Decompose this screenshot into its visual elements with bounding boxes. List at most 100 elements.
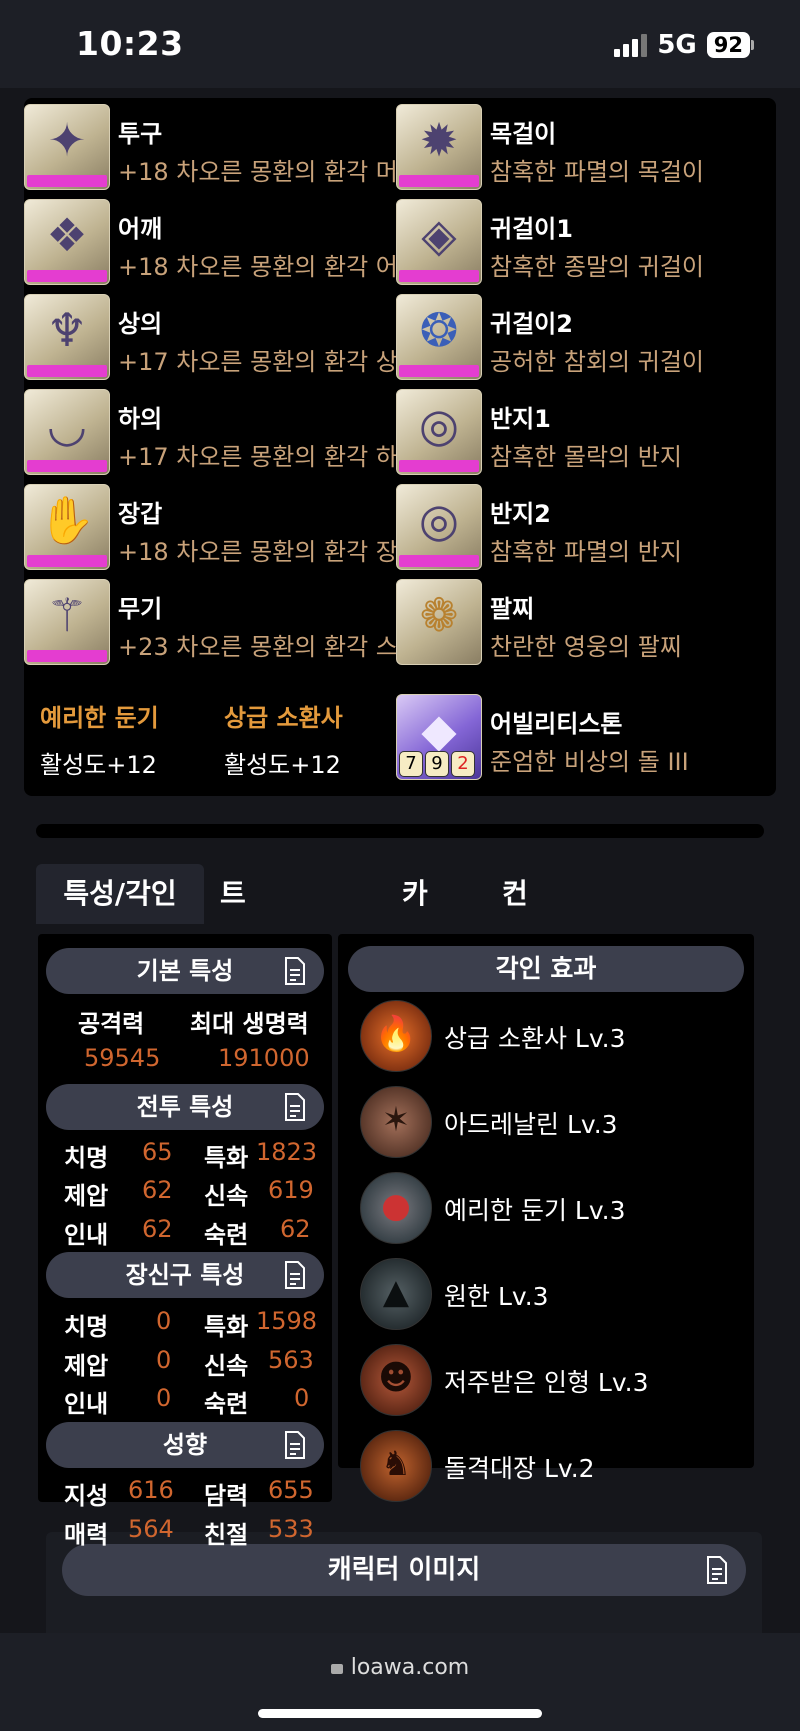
equipment-item-top[interactable]: ♆ 상의 +17 차오른 몽환의 환각 상의 xyxy=(24,294,396,382)
max-hp-label: 최대 생명력 xyxy=(190,1010,309,1038)
battery-icon: 92 xyxy=(706,32,754,58)
stat-value: 0 xyxy=(294,1384,310,1412)
attack-value: 59545 xyxy=(84,1044,161,1072)
stat-label: 제압 xyxy=(64,1182,109,1210)
clock: 10:23 xyxy=(76,24,184,63)
engraving-effects-panel: 각인 효과 🔥 상급 소환사 Lv.3 ✶ 아드레날린 Lv.3 ● 예리한 둔… xyxy=(338,934,754,1502)
grudge-wolf-icon: ▲ xyxy=(360,1258,432,1330)
network-type: 5G xyxy=(657,30,697,60)
document-icon[interactable] xyxy=(284,1093,306,1121)
equipment-item-earring-1[interactable]: ◈ 귀걸이1 참혹한 종말의 귀걸이 xyxy=(396,199,766,287)
earring-icon: ❂ xyxy=(396,294,482,380)
document-icon[interactable] xyxy=(284,1261,306,1289)
tab-card[interactable]: 카드 xyxy=(402,864,428,970)
top-armor-icon: ♆ xyxy=(24,294,110,380)
equipment-item-bottom[interactable]: ◡ 하의 +17 차오른 몽환의 환각 하의 xyxy=(24,389,396,477)
stat-label: 인내 xyxy=(64,1390,109,1418)
stat-value: 533 xyxy=(268,1515,314,1543)
browser-url-bar[interactable]: loawa.com xyxy=(0,1633,800,1731)
stone-level-badge: 7 xyxy=(399,751,423,777)
basic-stats-header[interactable]: 기본 특성 xyxy=(46,948,324,994)
stat-label: 신속 xyxy=(204,1182,249,1210)
equipment-item-gloves[interactable]: ✋ 장갑 +18 차오른 몽환의 환각 장갑 xyxy=(24,484,396,572)
stat-label: 제압 xyxy=(64,1352,109,1380)
shoulder-icon: ❖ xyxy=(24,199,110,285)
stat-label: 숙련 xyxy=(204,1221,249,1249)
stat-label: 친절 xyxy=(204,1521,249,1549)
character-image-header[interactable]: 캐릭터 이미지 xyxy=(62,1544,746,1596)
ring-icon: ◎ xyxy=(396,389,482,475)
attack-label: 공격력 xyxy=(78,1010,145,1038)
stat-value: 0 xyxy=(156,1384,172,1412)
stat-value: 1598 xyxy=(256,1307,318,1335)
lock-icon xyxy=(330,1664,343,1674)
section-divider xyxy=(36,824,764,838)
equipment-panel: ✦ 투구 +18 차오른 몽환의 환각 머리 ❖ 어깨 +18 차오른 몽환의 … xyxy=(24,98,776,796)
stat-value: 62 xyxy=(142,1176,173,1204)
home-indicator[interactable] xyxy=(258,1709,542,1718)
equipment-item-earring-2[interactable]: ❂ 귀걸이2 공허한 참회의 귀걸이 xyxy=(396,294,766,382)
adrenaline-icon: ✶ xyxy=(360,1086,432,1158)
stat-value: 655 xyxy=(268,1476,314,1504)
equipment-item-weapon[interactable]: ⚚ 무기 +23 차오른 몽환의 환각 스태 xyxy=(24,579,396,667)
stat-label: 특화 xyxy=(204,1144,249,1172)
cursed-doll-icon: ☻ xyxy=(360,1344,432,1416)
bracelet-icon: ❁ xyxy=(396,579,482,665)
gloves-icon: ✋ xyxy=(24,484,110,570)
stat-label: 치명 xyxy=(64,1144,109,1172)
signal-icon xyxy=(614,33,648,57)
tab-stats-engravings[interactable]: 특성/각인 xyxy=(36,864,204,924)
ability-stone-icon: ◆ 7 9 2 xyxy=(396,694,482,780)
phoenix-icon: 🔥 xyxy=(360,1000,432,1072)
equipment-item-shoulder[interactable]: ❖ 어깨 +18 차오른 몽환의 환각 어깨 xyxy=(24,199,396,287)
stat-label: 담력 xyxy=(204,1482,249,1510)
stat-label: 인내 xyxy=(64,1221,109,1249)
combat-stats-header[interactable]: 전투 특성 xyxy=(46,1084,324,1130)
character-image-section: 캐릭터 이미지 xyxy=(46,1532,762,1633)
stone-level-badge: 2 xyxy=(451,751,475,777)
stat-value: 0 xyxy=(156,1346,172,1374)
weapon-icon: ⚚ xyxy=(24,579,110,665)
document-icon[interactable] xyxy=(284,1431,306,1459)
stat-value: 619 xyxy=(268,1176,314,1204)
engraving-effects-header: 각인 효과 xyxy=(348,946,744,992)
battery-level: 92 xyxy=(706,32,750,58)
max-hp-value: 191000 xyxy=(218,1044,310,1072)
stat-label: 특화 xyxy=(204,1313,249,1341)
stat-label: 지성 xyxy=(64,1482,109,1510)
stat-value: 62 xyxy=(280,1215,311,1243)
stone-level-badge: 9 xyxy=(425,751,449,777)
stat-label: 매력 xyxy=(64,1521,109,1549)
helmet-icon: ✦ xyxy=(24,104,110,190)
equipment-item-helmet[interactable]: ✦ 투구 +18 차오른 몽환의 환각 머리 xyxy=(24,104,396,192)
equipment-item-ring-2[interactable]: ◎ 반지2 참혹한 파멸의 반지 xyxy=(396,484,766,572)
ring-icon: ◎ xyxy=(396,484,482,570)
stat-value: 65 xyxy=(142,1138,173,1166)
document-icon[interactable] xyxy=(706,1556,728,1584)
equipped-engraving-1: 예리한 둔기 활성도+12 xyxy=(40,704,159,779)
stats-panel: 기본 특성 공격력 최대 생명력 59545 191000 전투 특성 치명 6… xyxy=(38,934,332,1502)
stat-value: 1823 xyxy=(256,1138,318,1166)
stat-value: 563 xyxy=(268,1346,314,1374)
tendency-header[interactable]: 성향 xyxy=(46,1422,324,1468)
equipment-item-necklace[interactable]: ✹ 목걸이 참혹한 파멸의 목걸이 xyxy=(396,104,766,192)
earring-icon: ◈ xyxy=(396,199,482,285)
url-text: loawa.com xyxy=(350,1655,470,1680)
accessory-stats-header[interactable]: 장신구 특성 xyxy=(46,1252,324,1298)
page-content: ✦ 투구 +18 차오른 몽환의 환각 머리 ❖ 어깨 +18 차오른 몽환의 … xyxy=(0,88,800,1633)
stat-label: 신속 xyxy=(204,1352,249,1380)
raid-captain-icon: ♞ xyxy=(360,1430,432,1502)
equipment-item-ability-stone[interactable]: ◆ 7 9 2 어빌리티스톤 준엄한 비상의 돌 III xyxy=(396,694,766,782)
status-bar: 10:23 5G 92 xyxy=(0,0,800,88)
equipment-item-bracelet[interactable]: ❁ 팔찌 찬란한 영웅의 팔찌 xyxy=(396,579,766,667)
tab-tripod[interactable]: 트라이포드 xyxy=(220,864,246,1150)
stat-value: 616 xyxy=(128,1476,174,1504)
equipped-engraving-2: 상급 소환사 활성도+12 xyxy=(224,704,343,779)
document-icon[interactable] xyxy=(284,957,306,985)
necklace-icon: ✹ xyxy=(396,104,482,190)
tab-contents[interactable]: 컨텐츠 xyxy=(502,864,528,1030)
stat-value: 0 xyxy=(156,1307,172,1335)
equipment-item-ring-1[interactable]: ◎ 반지1 참혹한 몰락의 반지 xyxy=(396,389,766,477)
stat-label: 숙련 xyxy=(204,1390,249,1418)
stat-value: 62 xyxy=(142,1215,173,1243)
